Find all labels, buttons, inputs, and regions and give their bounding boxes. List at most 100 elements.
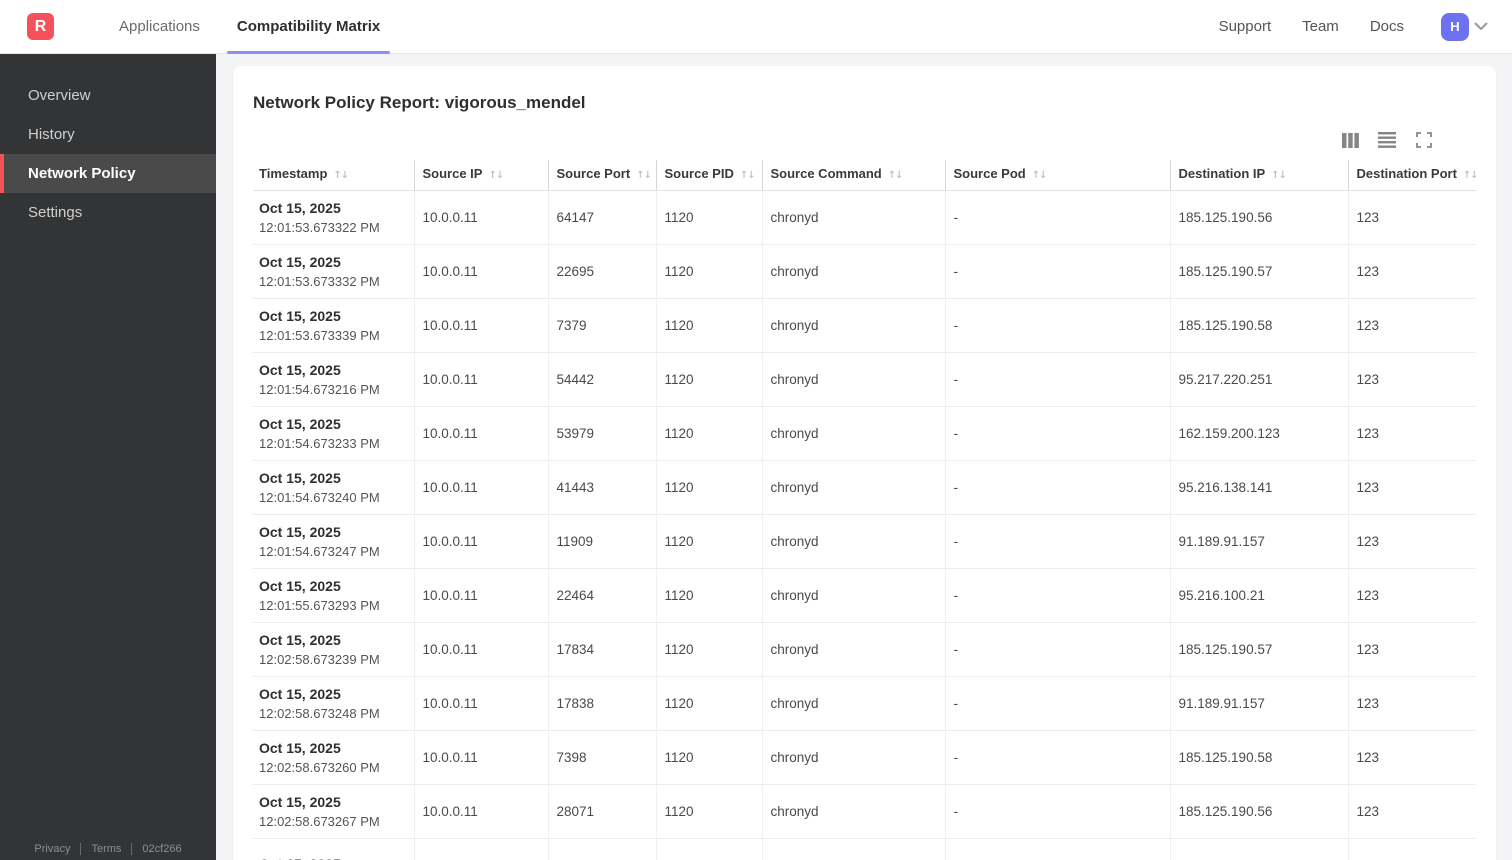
cell-source-port: 64147: [547, 190, 656, 245]
footer-divider: [80, 843, 82, 855]
tab-compatibility-matrix[interactable]: Compatibility Matrix: [226, 0, 391, 54]
table-toolbar: [253, 130, 1434, 150]
cell-source-command: chronyd: [761, 730, 945, 785]
privacy-link[interactable]: Privacy: [34, 843, 70, 855]
table-row[interactable]: Oct 15, 2025 12:01:54.673216 PM 10.0.0.1…: [253, 352, 1476, 407]
chevron-down-icon[interactable]: [1474, 22, 1488, 31]
cell-source-ip: 10.0.0.11: [413, 676, 548, 731]
nav-link-team[interactable]: Team: [1302, 18, 1339, 35]
cell-destination-port: 123: [1347, 730, 1476, 785]
cell-source-ip: 10.0.0.11: [413, 352, 548, 407]
column-view-icon[interactable]: [1340, 130, 1360, 150]
sort-icon[interactable]: ↑↓: [1032, 170, 1048, 181]
table-body: Oct 15, 2025 12:01:53.673322 PM 10.0.0.1…: [253, 190, 1476, 860]
cell-timestamp: Oct 15, 2025 12:01:54.673216 PM: [253, 352, 414, 407]
cell-timestamp: Oct 15, 2025 12:02:58.673260 PM: [253, 730, 414, 785]
col-header-source-pid[interactable]: Source PID ↑↓: [655, 160, 762, 191]
cell-destination-ip: 91.189.91.157: [1169, 676, 1348, 731]
cell-source-port: 41443: [547, 460, 656, 515]
cell-source-pid: 1120: [655, 298, 762, 353]
cell-timestamp: Oct 15, 2025 12:01:54.673233 PM: [253, 406, 414, 461]
cell-source-command: chronyd: [761, 622, 945, 677]
sort-icon[interactable]: ↑↓: [888, 170, 904, 181]
nav-link-support[interactable]: Support: [1219, 18, 1272, 35]
col-header-destination-port[interactable]: Destination Port↑↓: [1347, 160, 1476, 191]
main-content: Network Policy Report: vigorous_mendel T…: [216, 54, 1512, 860]
avatar[interactable]: H: [1441, 12, 1469, 41]
sort-icon[interactable]: ↑↓: [740, 170, 756, 181]
table-row[interactable]: Oct 15, 2025 12:02:58.673267 PM 10.0.0.1…: [253, 784, 1476, 839]
col-header-source-pod[interactable]: Source Pod ↑↓: [944, 160, 1170, 191]
sort-icon[interactable]: ↑↓: [333, 170, 349, 181]
network-policy-table: Timestamp ↑↓ Source IP ↑↓ Source Port ↑↓ So…: [253, 160, 1476, 860]
table-row[interactable]: Oct 15, 2025 12:02:58.673239 PM 10.0.0.1…: [253, 622, 1476, 677]
sidebar: Overview History Network Policy Settings…: [0, 54, 216, 860]
cell-destination-port: 123: [1347, 298, 1476, 353]
cell-source-command: chronyd: [761, 190, 945, 245]
table-row[interactable]: Oct 15, 2025 12:01:55.673293 PM 10.0.0.1…: [253, 568, 1476, 623]
user-menu[interactable]: H: [1441, 12, 1488, 41]
sort-icon[interactable]: ↑↓: [636, 170, 652, 181]
cell-source-pod: -: [944, 676, 1170, 731]
cell-source-port: 7398: [547, 730, 656, 785]
cell-timestamp: Oct 15, 2025 12:01:53.673339 PM: [253, 298, 414, 353]
table-row[interactable]: Oct 15, 2025 12:01:54.673233 PM 10.0.0.1…: [253, 406, 1476, 461]
sidebar-item-history[interactable]: History: [0, 115, 216, 154]
col-header-destination-ip[interactable]: Destination IP ↑↓: [1169, 160, 1348, 191]
sidebar-footer: Privacy Terms 02cf266: [0, 843, 216, 855]
cell-source-pod: -: [944, 622, 1170, 677]
table-row[interactable]: Oct 15, 2025 12:02:58.673248 PM 10.0.0.1…: [253, 676, 1476, 731]
table-row[interactable]: Oct 15, 2025 12:01:54.673240 PM 10.0.0.1…: [253, 460, 1476, 515]
footer-divider: [131, 843, 133, 855]
tab-applications[interactable]: Applications: [117, 0, 202, 54]
col-header-timestamp[interactable]: Timestamp ↑↓: [253, 160, 414, 191]
cell-source-port: 7379: [547, 298, 656, 353]
cell-destination-port: 123: [1347, 190, 1476, 245]
cell-source-port: 28071: [547, 784, 656, 839]
sidebar-item-network-policy[interactable]: Network Policy: [0, 154, 216, 193]
nav-link-docs[interactable]: Docs: [1370, 18, 1404, 35]
cell-timestamp: Oct 15, 2025: [253, 838, 414, 860]
sort-icon[interactable]: ↑↓: [1271, 170, 1287, 181]
row-view-icon[interactable]: [1377, 130, 1397, 150]
cell-destination-port: 123: [1347, 460, 1476, 515]
table-row[interactable]: Oct 15, 2025 12:02:58.673260 PM 10.0.0.1…: [253, 730, 1476, 785]
cell-source-port: 54442: [547, 352, 656, 407]
cell-source-command: chronyd: [761, 298, 945, 353]
table-row[interactable]: Oct 15, 2025: [253, 838, 1476, 860]
cell-destination-ip: 185.125.190.58: [1169, 730, 1348, 785]
cell-source-pid: 1120: [655, 730, 762, 785]
cell-source-pod: [944, 838, 1170, 860]
fullscreen-icon[interactable]: [1414, 130, 1434, 150]
cell-source-pid: 1120: [655, 352, 762, 407]
sort-icon[interactable]: ↑↓: [488, 170, 504, 181]
sort-icon[interactable]: ↑↓: [1463, 170, 1476, 181]
table-row[interactable]: Oct 15, 2025 12:01:54.673247 PM 10.0.0.1…: [253, 514, 1476, 569]
cell-destination-ip: 185.125.190.56: [1169, 784, 1348, 839]
terms-link[interactable]: Terms: [91, 843, 121, 855]
cell-source-ip: 10.0.0.11: [413, 730, 548, 785]
cell-source-ip: 10.0.0.11: [413, 190, 548, 245]
col-header-source-command[interactable]: Source Command ↑↓: [761, 160, 945, 191]
table-row[interactable]: Oct 15, 2025 12:01:53.673339 PM 10.0.0.1…: [253, 298, 1476, 353]
cell-source-command: [761, 838, 945, 860]
cell-source-pid: 1120: [655, 676, 762, 731]
brand-logo[interactable]: R: [27, 13, 54, 40]
cell-destination-ip: 95.216.138.141: [1169, 460, 1348, 515]
cell-source-pid: 1120: [655, 460, 762, 515]
sidebar-item-settings[interactable]: Settings: [0, 193, 216, 232]
sidebar-item-overview[interactable]: Overview: [0, 76, 216, 115]
cell-source-command: chronyd: [761, 784, 945, 839]
cell-source-pod: -: [944, 190, 1170, 245]
primary-nav: Applications Compatibility Matrix: [117, 0, 391, 54]
cell-source-port: [547, 838, 656, 860]
cell-source-port: 17838: [547, 676, 656, 731]
cell-source-pid: 1120: [655, 568, 762, 623]
cell-timestamp: Oct 15, 2025 12:01:54.673240 PM: [253, 460, 414, 515]
col-header-source-ip[interactable]: Source IP ↑↓: [413, 160, 548, 191]
col-header-source-port[interactable]: Source Port ↑↓: [547, 160, 656, 191]
cell-destination-ip: 162.159.200.123: [1169, 406, 1348, 461]
table-row[interactable]: Oct 15, 2025 12:01:53.673322 PM 10.0.0.1…: [253, 190, 1476, 245]
table-row[interactable]: Oct 15, 2025 12:01:53.673332 PM 10.0.0.1…: [253, 244, 1476, 299]
build-id: 02cf266: [142, 843, 182, 855]
